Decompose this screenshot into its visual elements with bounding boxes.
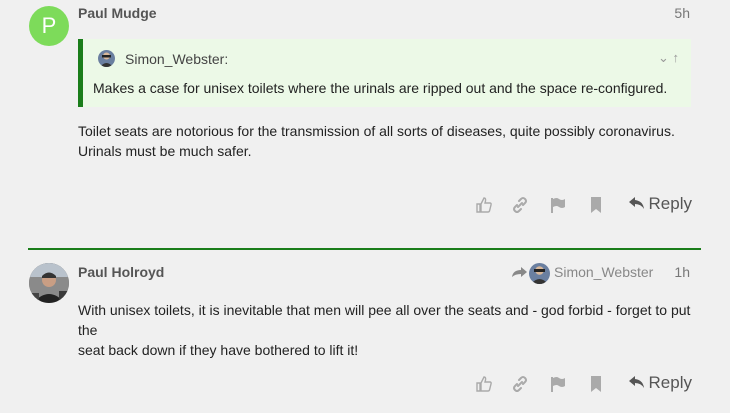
post-body: Toilet seats are notorious for the trans… bbox=[78, 121, 698, 161]
like-icon[interactable] bbox=[474, 375, 494, 395]
post-body-line: Toilet seats are notorious for the trans… bbox=[78, 123, 675, 139]
reply-to-username[interactable]: Simon_Webster bbox=[554, 264, 653, 280]
post-paul-mudge: P Paul Mudge 5h Simon_Webster: ⌄ ↑ Makes… bbox=[0, 0, 730, 248]
avatar[interactable]: P bbox=[29, 6, 69, 46]
quote-text: Makes a case for unisex toilets where th… bbox=[93, 80, 668, 96]
reply-button[interactable]: Reply bbox=[628, 194, 692, 214]
reply-icon bbox=[628, 376, 644, 388]
reply-to[interactable]: Simon_Webster bbox=[511, 263, 653, 284]
post-body-line: With unisex toilets, it is inevitable th… bbox=[78, 302, 691, 338]
post-time[interactable]: 5h bbox=[674, 5, 690, 21]
link-icon[interactable] bbox=[510, 196, 530, 216]
quote-author[interactable]: Simon_Webster: bbox=[125, 51, 228, 67]
username[interactable]: Paul Holroyd bbox=[78, 264, 164, 280]
reply-icon bbox=[628, 197, 644, 209]
post-actions: Reply bbox=[470, 373, 700, 399]
quote-expand-icon[interactable]: ⌄ ↑ bbox=[658, 50, 679, 65]
reply-button[interactable]: Reply bbox=[628, 373, 692, 393]
link-icon[interactable] bbox=[510, 375, 530, 395]
bookmark-icon[interactable] bbox=[586, 196, 606, 216]
reply-label: Reply bbox=[648, 373, 692, 392]
username[interactable]: Paul Mudge bbox=[78, 5, 157, 21]
reply-to-avatar bbox=[529, 263, 550, 284]
flag-icon[interactable] bbox=[548, 375, 568, 395]
quote-avatar bbox=[98, 50, 115, 67]
flag-icon[interactable] bbox=[548, 196, 568, 216]
avatar[interactable] bbox=[29, 263, 69, 303]
bookmark-icon[interactable] bbox=[586, 375, 606, 395]
post-body: With unisex toilets, it is inevitable th… bbox=[78, 300, 698, 360]
reply-label: Reply bbox=[648, 194, 692, 213]
post-time[interactable]: 1h bbox=[674, 264, 690, 280]
quote-controls[interactable]: ⌄ ↑ bbox=[658, 50, 679, 66]
post-actions: Reply bbox=[470, 194, 700, 220]
share-arrow-icon bbox=[512, 267, 527, 278]
quote-block: Simon_Webster: ⌄ ↑ Makes a case for unis… bbox=[78, 39, 691, 107]
like-icon[interactable] bbox=[474, 196, 494, 216]
post-body-line: Urinals must be much safer. bbox=[78, 143, 252, 159]
post-body-line: seat back down if they have bothered to … bbox=[78, 342, 359, 358]
